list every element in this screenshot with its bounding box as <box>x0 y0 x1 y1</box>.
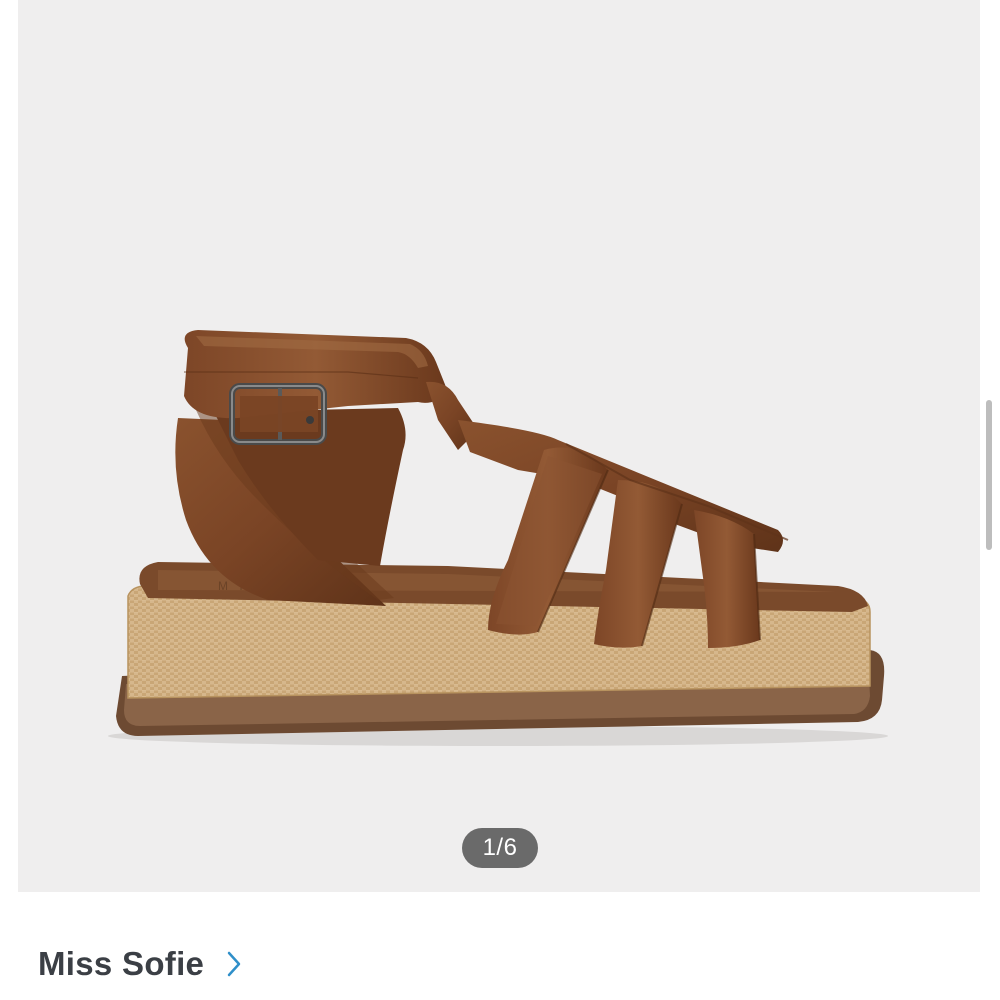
product-image-gallery[interactable]: M IE <box>18 0 980 892</box>
image-counter: 1/6 <box>462 828 538 868</box>
brand-name: Miss Sofie <box>38 945 205 982</box>
product-image[interactable]: M IE <box>18 0 980 892</box>
brand-link[interactable]: Miss Sofie <box>38 940 242 988</box>
scrollbar[interactable] <box>986 400 992 550</box>
product-page: M IE <box>0 0 1000 1000</box>
chevron-right-icon <box>227 951 241 977</box>
